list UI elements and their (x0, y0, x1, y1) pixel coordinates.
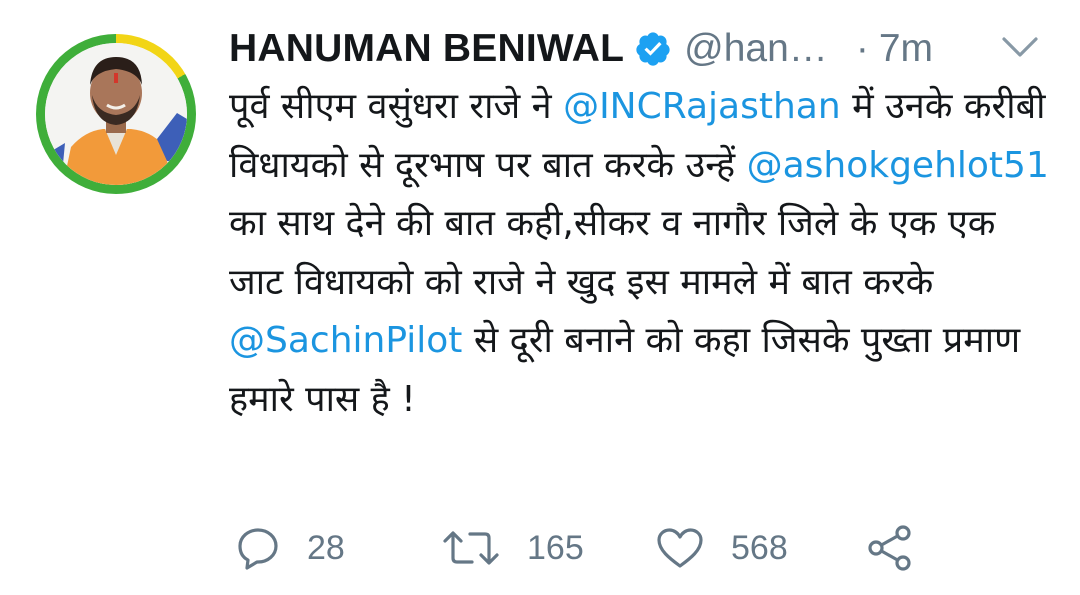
author-handle[interactable]: @han… (684, 27, 828, 71)
tweet-timestamp[interactable]: 7m (879, 27, 933, 71)
reply-count: 28 (307, 528, 345, 567)
reply-button[interactable]: 28 (235, 520, 345, 576)
retweet-button[interactable]: 165 (441, 520, 584, 576)
header-separator: · (855, 27, 869, 70)
mention-link[interactable]: @INCRajasthan (563, 86, 841, 127)
retweet-count: 165 (527, 528, 584, 567)
retweet-icon (443, 531, 499, 565)
tweet-text: पूर्व सीएम वसुंधरा राजे ने @INCRajasthan… (229, 78, 1049, 429)
mention-link[interactable]: @ashokgehlot51 (747, 145, 1049, 186)
tweet-text-segment: पूर्व सीएम वसुंधरा राजे ने (229, 86, 564, 127)
verified-badge-icon (636, 32, 670, 66)
person-photo-icon (45, 43, 187, 185)
share-icon (868, 525, 911, 571)
like-button[interactable]: 568 (655, 520, 788, 576)
tweet-text-segment: का साथ देने की बात कही,सीकर व नागौर जिले… (229, 203, 996, 303)
tweet-header: HANUMAN BENIWAL @han… · 7m (229, 26, 933, 72)
heart-icon (657, 528, 703, 568)
like-count: 568 (731, 528, 788, 567)
mention-link[interactable]: @SachinPilot (229, 320, 462, 361)
share-button[interactable] (865, 520, 915, 576)
avatar[interactable] (36, 34, 196, 194)
reply-icon (238, 528, 278, 570)
author-name[interactable]: HANUMAN BENIWAL (229, 27, 624, 71)
tweet-actions: 28 165 568 (229, 520, 949, 576)
avatar-photo (45, 43, 187, 185)
chevron-down-icon[interactable] (1000, 34, 1040, 60)
